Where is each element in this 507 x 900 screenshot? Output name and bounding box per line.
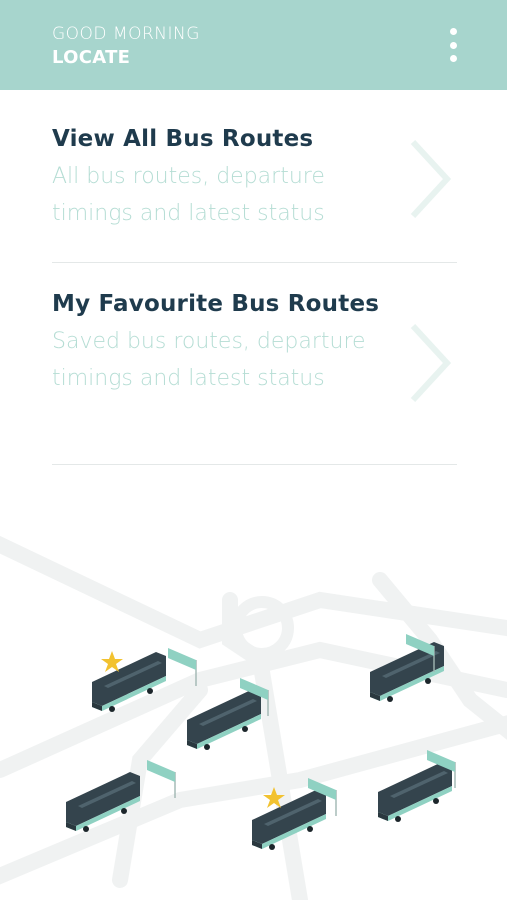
chevron-right-icon	[410, 139, 452, 219]
favourite-routes-description: Saved bus routes, departure timings and …	[52, 329, 366, 391]
favourite-routes-title: My Favourite Bus Routes	[52, 291, 380, 317]
app-header: GOOD MORNING LOCATE	[0, 0, 507, 90]
view-all-routes-title: View All Bus Routes	[52, 126, 314, 152]
chevron-right-icon	[410, 323, 452, 403]
app-name: LOCATE	[52, 47, 131, 68]
kebab-menu-icon[interactable]	[441, 28, 465, 62]
menu-divider	[52, 464, 457, 465]
menu-divider	[52, 262, 457, 263]
greeting-text: GOOD MORNING	[52, 24, 200, 44]
favourite-routes-item[interactable]: My Favourite Bus Routes Saved bus routes…	[52, 291, 457, 441]
view-all-routes-description: All bus routes, departure timings and la…	[52, 164, 325, 226]
view-all-routes-item[interactable]: View All Bus Routes All bus routes, depa…	[52, 126, 457, 236]
bus-map-illustration	[0, 535, 507, 900]
